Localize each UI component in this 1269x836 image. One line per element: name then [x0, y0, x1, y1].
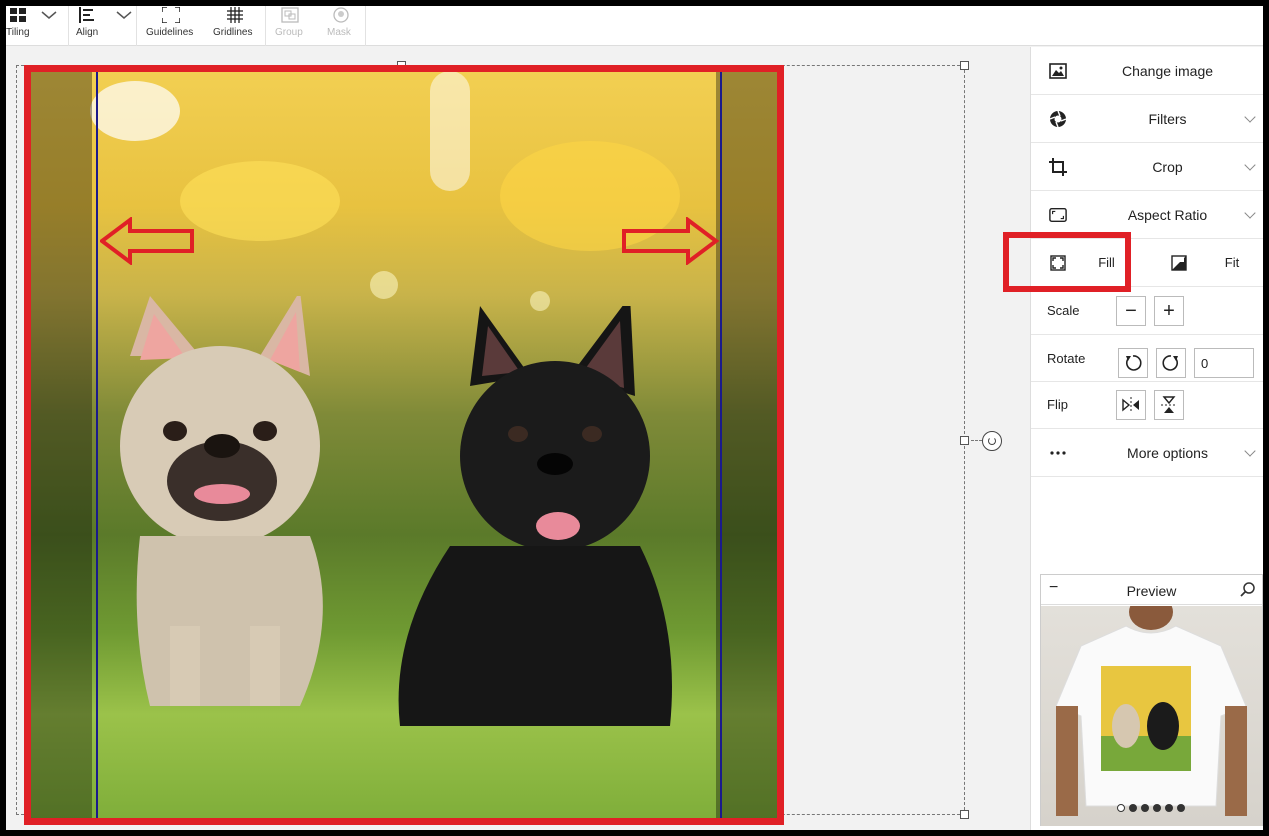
preview-title: Preview — [1126, 583, 1177, 599]
scale-label: Scale — [1047, 303, 1080, 318]
chevron-down-icon[interactable] — [115, 6, 133, 24]
rotate-ccw-icon — [1125, 355, 1142, 371]
rotate-angle-input[interactable] — [1194, 348, 1254, 378]
pagination-dot[interactable] — [1129, 804, 1137, 812]
filters-label: Filters — [1148, 111, 1187, 127]
arrow-right-icon — [622, 217, 720, 265]
crop-overflow-right — [716, 71, 778, 819]
dogs-photo[interactable] — [30, 71, 778, 819]
align-left-icon — [79, 6, 95, 24]
print-area-guide-left — [96, 71, 98, 819]
change-image-label: Change image — [1121, 63, 1214, 79]
scale-increase-button[interactable]: + — [1154, 296, 1184, 326]
more-options-accordion[interactable]: More options — [1031, 429, 1263, 477]
rotate-label: Rotate — [1047, 351, 1086, 366]
tiling-button[interactable]: Tiling — [6, 6, 68, 46]
app-frame: Tiling Align Guidelines Gridlines Group … — [6, 6, 1263, 830]
tshirt-mockup — [1055, 606, 1247, 816]
mask-icon — [332, 6, 350, 24]
aspect-ratio-label: Aspect Ratio — [1127, 207, 1208, 223]
flip-vertical-button[interactable] — [1154, 390, 1184, 420]
toolbar: Tiling Align Guidelines Gridlines Group … — [6, 6, 1263, 46]
resize-handle-top[interactable] — [397, 61, 406, 70]
aspect-ratio-accordion[interactable]: Aspect Ratio — [1031, 191, 1263, 239]
rotate-cw-button[interactable] — [1156, 348, 1186, 378]
guidelines-button[interactable]: Guidelines — [143, 6, 203, 46]
rotate-handle[interactable] — [982, 431, 1002, 451]
fit-label: Fit — [1224, 255, 1240, 270]
crop-overflow-left — [30, 71, 92, 819]
pagination-dot[interactable] — [1153, 804, 1161, 812]
flip-horizontal-icon — [1122, 397, 1139, 413]
bokeh-highlight — [370, 271, 398, 299]
mask-button[interactable]: Mask — [318, 6, 366, 46]
bokeh-highlight — [90, 81, 180, 141]
plus-icon: + — [1163, 299, 1175, 322]
fill-fit-row: Fill Fit — [1031, 239, 1263, 287]
flip-vertical-icon — [1161, 396, 1177, 413]
zoom-icon[interactable] — [1240, 582, 1256, 598]
resize-handle-right[interactable] — [960, 436, 969, 445]
gridlines-label: Gridlines — [213, 27, 253, 38]
change-image-button[interactable]: Change image — [1031, 47, 1263, 95]
bokeh-highlight — [180, 161, 340, 241]
pagination-dot[interactable] — [1177, 804, 1185, 812]
pagination-dot[interactable] — [1141, 804, 1149, 812]
gridlines-button[interactable]: Gridlines — [210, 6, 264, 46]
fit-button[interactable]: Fit — [1147, 239, 1263, 287]
resize-handle-bottom-right[interactable] — [960, 810, 969, 819]
rotate-handle-connector — [971, 440, 982, 441]
crop-accordion[interactable]: Crop — [1031, 143, 1263, 191]
flip-row: Flip — [1031, 382, 1263, 429]
group-icon — [281, 6, 299, 24]
resize-handle-top-right[interactable] — [960, 61, 969, 70]
align-button[interactable]: Align — [69, 6, 136, 46]
pagination-dot[interactable] — [1117, 804, 1125, 812]
toolbar-divider — [365, 6, 366, 46]
flip-label: Flip — [1047, 397, 1068, 412]
preview-pagination — [1117, 804, 1185, 812]
toolbar-divider — [136, 6, 137, 46]
black-bulldog — [398, 306, 672, 726]
tiling-label: Tiling — [6, 27, 30, 38]
toolbar-divider — [265, 6, 266, 46]
group-label: Group — [275, 27, 303, 38]
design-canvas[interactable] — [6, 47, 1030, 830]
filters-accordion[interactable]: Filters — [1031, 95, 1263, 143]
mask-label: Mask — [327, 27, 351, 38]
align-label: Align — [76, 27, 99, 38]
preview-header: − Preview — [1041, 575, 1262, 605]
minus-icon: − — [1125, 299, 1137, 322]
pagination-dot[interactable] — [1165, 804, 1173, 812]
scale-row: Scale − + — [1031, 287, 1263, 335]
more-options-label: More options — [1127, 445, 1208, 461]
scale-decrease-button[interactable]: − — [1116, 296, 1146, 326]
bokeh-highlight — [430, 71, 470, 191]
rotate-cw-icon — [1162, 355, 1179, 371]
flip-horizontal-button[interactable] — [1116, 390, 1146, 420]
group-button[interactable]: Group — [268, 6, 312, 46]
tiling-icon — [10, 6, 26, 24]
print-area-guide-right — [720, 71, 722, 819]
grid-icon — [226, 6, 244, 24]
chevron-down-icon[interactable] — [40, 6, 58, 24]
rotate-ccw-button[interactable] — [1118, 348, 1148, 378]
fill-button[interactable]: Fill — [1031, 239, 1147, 287]
arrow-left-icon — [100, 217, 194, 265]
crop-label: Crop — [1152, 159, 1183, 175]
guidelines-icon — [161, 6, 181, 24]
preview-window: − Preview — [1040, 574, 1263, 826]
tshirt-mockup-image[interactable] — [1041, 606, 1262, 826]
guidelines-label: Guidelines — [146, 27, 194, 38]
fawn-bulldog — [120, 296, 323, 706]
